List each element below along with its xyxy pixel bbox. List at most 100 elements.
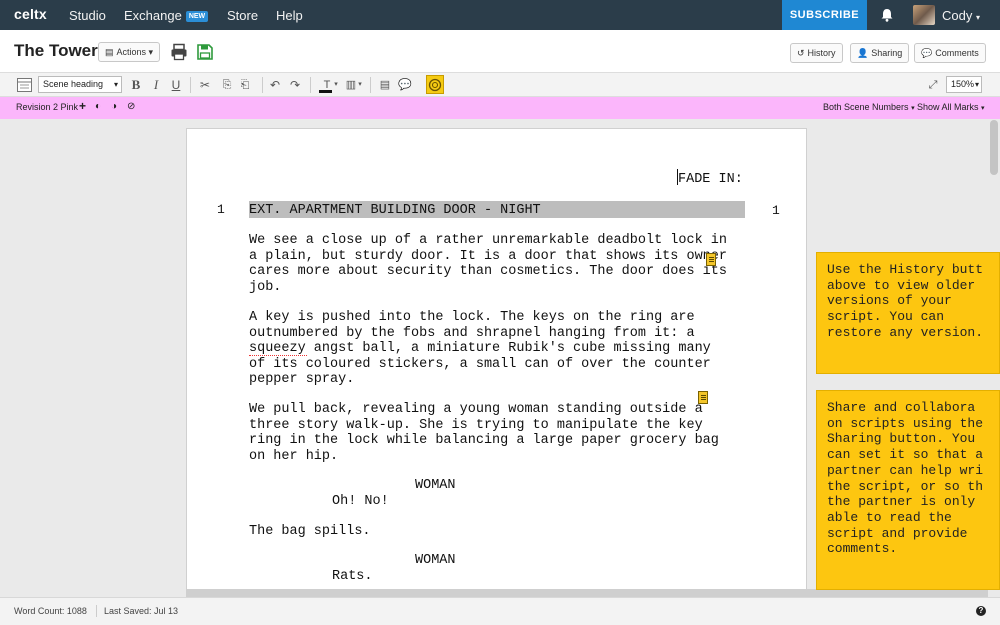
underline-icon[interactable]: U <box>170 77 182 93</box>
document-title[interactable]: The Tower <box>14 41 98 61</box>
comment-icon: 💬 <box>921 48 933 58</box>
history-label: History <box>807 48 836 58</box>
add-revision-icon[interactable]: + <box>79 100 90 112</box>
action-line[interactable]: We see a close up of a rather unremarkab… <box>249 233 727 249</box>
action-line[interactable]: A key is pushed into the lock. The keys … <box>249 310 695 326</box>
horizontal-scrollbar[interactable] <box>186 589 988 597</box>
marks-label: Show All Marks <box>917 102 979 112</box>
bell-icon[interactable] <box>880 8 894 22</box>
tip-line: can set it so that a <box>827 447 984 463</box>
tip-line: Use the History butt <box>827 262 984 277</box>
tip-card-sharing: Share and collabora on scripts using the… <box>816 390 1000 590</box>
actions-button[interactable]: ▤ Actions ▾ <box>98 42 161 62</box>
sharing-button[interactable]: 👤 Sharing <box>850 43 910 63</box>
nav-help[interactable]: Help <box>276 8 303 23</box>
element-type-select[interactable]: Scene heading ▾ <box>38 76 122 93</box>
action-line[interactable]: job. <box>249 280 281 296</box>
character-name[interactable]: WOMAN <box>415 553 456 569</box>
cut-icon[interactable]: ✂ <box>198 77 212 93</box>
subscribe-button[interactable]: SUBSCRIBE <box>782 0 867 30</box>
user-menu[interactable]: Cody ▾ <box>942 8 980 23</box>
action-line[interactable]: squeezy angst ball, a miniature Rubik's … <box>249 341 711 357</box>
character-name[interactable]: WOMAN <box>415 478 456 494</box>
dialogue[interactable]: Rats. <box>332 569 373 585</box>
history-button[interactable]: ↺ History <box>790 43 843 63</box>
save-icon[interactable] <box>196 43 214 61</box>
action-line[interactable]: on her hip. <box>249 449 338 465</box>
tip-line: Share and collabora <box>827 400 976 415</box>
print-icon[interactable] <box>170 43 188 61</box>
top-navigation: celtx Studio Exchange NEW Store Help SUBS… <box>0 0 1000 30</box>
contrast-icon[interactable]: ◑ <box>111 101 122 112</box>
marks-dropdown[interactable]: Show All Marks ▾ <box>917 102 985 112</box>
tip-line: Sharing button. You <box>827 431 976 447</box>
action-line[interactable]: outnumbered by the fobs and shrapnel han… <box>249 326 695 342</box>
action-line[interactable]: a plain, but sturdy door. It is a door t… <box>249 249 727 265</box>
comments-button[interactable]: 💬 Comments <box>914 43 986 63</box>
action-line[interactable]: We pull back, revealing a young woman st… <box>249 402 703 418</box>
highlight-icon[interactable]: ▥ <box>344 77 358 93</box>
note-marker-icon[interactable] <box>706 253 716 266</box>
chevron-down-icon: ▾ <box>981 105 985 112</box>
redo-icon[interactable]: ↷ <box>288 77 302 93</box>
tip-line: on scripts using the <box>827 415 984 431</box>
tip-line: comments. <box>827 541 898 557</box>
half-circle-icon[interactable]: ◐ <box>95 101 106 112</box>
chevron-down-icon: ▾ <box>974 80 979 89</box>
lock-icon <box>428 78 442 92</box>
action-line[interactable]: cares more about security than cosmetics… <box>249 264 727 280</box>
scene-numbers-dropdown[interactable]: Both Scene Numbers ▾ <box>823 102 915 112</box>
copy-icon[interactable]: ⎘ <box>220 77 234 93</box>
vertical-scrollbar[interactable] <box>990 120 998 175</box>
tip-line: the partner is only <box>827 494 976 510</box>
toolbar-divider <box>262 77 263 93</box>
scene-heading[interactable]: EXT. APARTMENT BUILDING DOOR - NIGHT <box>249 203 541 219</box>
tip-card-history: Use the History butt above to view older… <box>816 252 1000 374</box>
bold-icon[interactable]: B <box>130 77 142 93</box>
transition[interactable]: FADE IN: <box>678 172 743 188</box>
action-line[interactable]: pepper spray. <box>249 372 354 388</box>
action-line[interactable]: ring in the lock while balancing a large… <box>249 433 719 449</box>
celtx-logo[interactable]: celtx <box>14 6 47 22</box>
tip-line: partner can help wri <box>827 462 984 478</box>
comment-icon[interactable]: 💬 <box>398 77 412 93</box>
spellcheck-underline <box>249 354 307 356</box>
history-icon: ↺ <box>797 48 805 58</box>
revision-label[interactable]: Revision 2 Pink <box>16 102 78 112</box>
scene-numbers-label: Both Scene Numbers <box>823 102 909 112</box>
nav-store[interactable]: Store <box>227 8 258 23</box>
chevron-down-icon: ▾ <box>975 13 980 22</box>
dialogue[interactable]: Oh! No! <box>332 494 389 510</box>
clear-revision-icon[interactable]: ⊘ <box>127 101 138 112</box>
username[interactable]: Cody <box>942 8 972 23</box>
avatar[interactable] <box>913 5 935 25</box>
undo-icon[interactable]: ↶ <box>268 77 282 93</box>
chevron-down-icon[interactable]: ▾ <box>357 77 363 93</box>
new-badge: NEW <box>185 11 209 22</box>
element-type-value: Scene heading <box>43 79 104 89</box>
nav-studio[interactable]: Studio <box>69 8 106 23</box>
tip-line: the script, or so th <box>827 478 984 494</box>
note-icon[interactable]: ▤ <box>378 77 392 93</box>
note-marker-icon[interactable] <box>698 391 708 404</box>
fullscreen-icon[interactable]: ⤢ <box>926 77 940 93</box>
action-line[interactable]: of its coloured stickers, a small can of… <box>249 357 711 373</box>
paste-icon[interactable]: ⎗ <box>238 77 252 93</box>
lock-pages-button[interactable] <box>426 75 444 94</box>
italic-icon[interactable]: I <box>150 77 162 93</box>
tip-line: able to read the <box>827 509 952 525</box>
script-page[interactable]: FADE IN: 1 1 EXT. APARTMENT BUILDING DOO… <box>186 128 807 598</box>
chevron-down-icon[interactable]: ▾ <box>333 77 339 93</box>
action-line[interactable]: three story walk-up. She is trying to ma… <box>249 418 703 434</box>
status-divider <box>96 605 97 617</box>
title-bar: The Tower ▤ Actions ▾ ↺ History 👤 Sharing 💬… <box>0 30 1000 73</box>
chevron-down-icon: ▾ <box>911 105 915 112</box>
help-icon[interactable]: ? <box>976 606 986 616</box>
toolbar-divider <box>310 77 311 93</box>
zoom-select[interactable]: 150% ▾ <box>946 76 982 93</box>
document-icon: ▤ <box>105 47 114 57</box>
action-line[interactable]: The bag spills. <box>249 524 371 540</box>
nav-exchange-label[interactable]: Exchange <box>124 8 182 23</box>
nav-exchange[interactable]: Exchange NEW <box>124 8 209 23</box>
sidebar-toggle-icon[interactable] <box>17 78 32 92</box>
